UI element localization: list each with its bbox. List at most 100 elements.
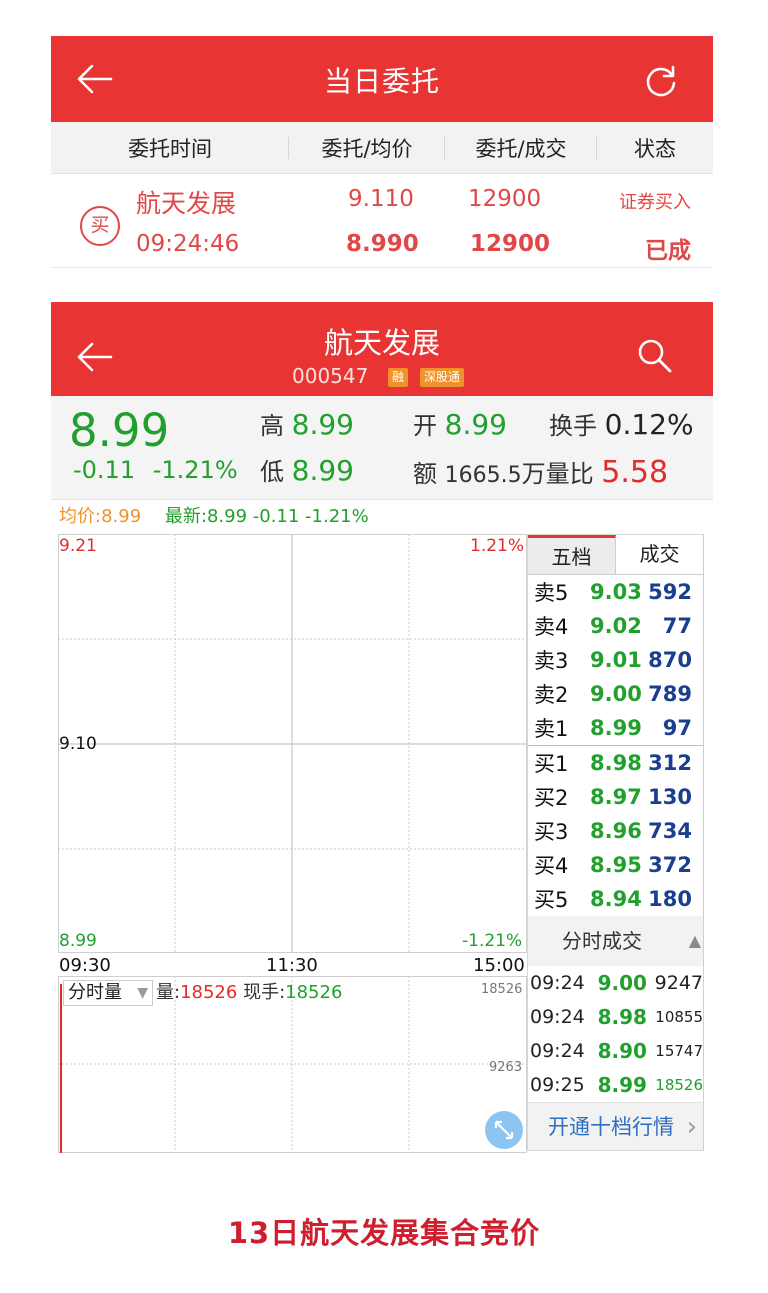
avg-price: 8.990 bbox=[346, 231, 419, 257]
chevron-right-icon: › bbox=[686, 1112, 697, 1142]
ask-levels: 卖5 9.03 592 卖4 9.02 77 卖3 9.01 870 卖2 9.00 789 卖… bbox=[528, 575, 703, 746]
bid-row: 买1 8.98 312 bbox=[528, 746, 703, 780]
col-status: 状态 bbox=[634, 136, 676, 161]
low-label: 低 bbox=[260, 458, 284, 486]
bid-row: 买4 8.95 372 bbox=[528, 848, 703, 882]
level-volume: 592 bbox=[648, 580, 692, 604]
chart-info-bar: 均价:8.99 最新:8.99 -0.11 -1.21% bbox=[51, 500, 713, 534]
level-name: 买3 bbox=[534, 820, 569, 844]
tick-volume: 15747 bbox=[655, 1042, 703, 1060]
page-title: 当日委托 bbox=[323, 65, 440, 98]
current-price: 8.99 bbox=[69, 404, 170, 457]
x-label-open: 09:30 bbox=[59, 955, 111, 976]
change-pct: -1.21% bbox=[152, 456, 238, 484]
col-qty: 委托/成交 bbox=[445, 133, 597, 163]
order-row[interactable]: 买 航天发展 09:24:46 9.110 8.990 12900 12900 … bbox=[51, 174, 713, 268]
chart-area: 9.21 9.10 8.99 1.21% -1.21% 09:30 11:30 … bbox=[51, 534, 713, 1154]
turnover-label: 换手 bbox=[549, 412, 597, 440]
open-label: 开 bbox=[413, 412, 437, 440]
quote-header: 航天发展 000547 融 深股通 bbox=[51, 302, 713, 396]
ask-row: 卖2 9.00 789 bbox=[528, 677, 703, 711]
vol-axis-top: 18526 bbox=[481, 982, 523, 997]
level-volume: 77 bbox=[662, 614, 692, 638]
order-status: 已成 bbox=[645, 238, 691, 264]
ask-row: 卖5 9.03 592 bbox=[528, 575, 703, 609]
order-time: 09:24:46 bbox=[136, 231, 240, 257]
order-qty: 12900 bbox=[468, 186, 542, 212]
level-price: 9.03 bbox=[590, 580, 642, 604]
tick-row: 09:24 8.90 15747 bbox=[528, 1034, 703, 1068]
search-icon[interactable] bbox=[637, 338, 673, 374]
pct-axis-top: 1.21% bbox=[470, 536, 525, 556]
level-name: 买5 bbox=[534, 888, 569, 912]
tab-five-levels[interactable]: 五档 bbox=[528, 535, 616, 574]
low-field: 低 8.99 bbox=[260, 452, 354, 487]
level-price: 8.98 bbox=[590, 751, 642, 775]
open-level10-label: 开通十档行情 bbox=[548, 1115, 674, 1139]
volume-type-value: 分时量 bbox=[68, 982, 122, 1003]
tab-trades[interactable]: 成交 bbox=[616, 535, 703, 574]
open-level10-button[interactable]: 开通十档行情 › bbox=[528, 1102, 703, 1150]
tick-volume: 10855 bbox=[655, 1008, 703, 1026]
level-name: 卖1 bbox=[534, 717, 569, 741]
open-value: 8.99 bbox=[444, 408, 507, 441]
volratio-label: 量比 bbox=[545, 460, 594, 488]
order-stock-name: 航天发展 bbox=[136, 189, 237, 218]
bid-row: 买2 8.97 130 bbox=[528, 780, 703, 814]
level-name: 买4 bbox=[534, 854, 569, 878]
level-volume: 97 bbox=[662, 716, 692, 740]
quote-summary: 8.99 -0.11 -1.21% 高 8.99 低 8.99 开 8.99 换… bbox=[51, 396, 713, 500]
vol-label: 量: bbox=[156, 982, 181, 1003]
level-price: 9.01 bbox=[590, 648, 642, 672]
turnover-value: 0.12% bbox=[604, 408, 694, 441]
high-field: 高 8.99 bbox=[260, 406, 354, 441]
level-price: 9.02 bbox=[590, 614, 642, 638]
stock-code: 000547 bbox=[292, 364, 369, 388]
level-volume: 312 bbox=[648, 751, 692, 775]
vol-axis-mid: 9263 bbox=[489, 1060, 523, 1075]
y-axis-top: 9.21 bbox=[59, 536, 97, 556]
orders-header: 当日委托 bbox=[51, 36, 713, 122]
amount-unit: 万 bbox=[521, 460, 546, 488]
level-volume: 870 bbox=[648, 648, 692, 672]
level-volume: 130 bbox=[648, 785, 692, 809]
cur-value: 18526 bbox=[285, 982, 343, 1003]
level-name: 卖5 bbox=[534, 581, 569, 605]
bid-row: 买3 8.96 734 bbox=[528, 814, 703, 848]
refresh-icon[interactable] bbox=[643, 64, 679, 100]
level-price: 8.95 bbox=[590, 853, 642, 877]
ticks-list: 09:24 9.00 9247 09:24 8.98 10855 09:24 8.90 15… bbox=[528, 966, 703, 1102]
turnover-field: 换手 0.12% bbox=[549, 406, 694, 441]
tick-volume: 18526 bbox=[655, 1076, 703, 1094]
latest-label: 最新:8.99 -0.11 -1.21% bbox=[164, 506, 369, 527]
level-name: 卖4 bbox=[534, 615, 569, 639]
change-value: -0.11 bbox=[73, 456, 136, 484]
ticks-header-label: 分时成交 bbox=[562, 929, 642, 953]
high-value: 8.99 bbox=[291, 408, 354, 441]
tick-row: 09:24 9.00 9247 bbox=[528, 966, 703, 1000]
margin-tag: 融 bbox=[388, 368, 409, 387]
bid-row: 买5 8.94 180 bbox=[528, 882, 703, 916]
level-price: 9.00 bbox=[590, 682, 642, 706]
order-type: 证券买入 bbox=[619, 192, 691, 213]
collapse-icon[interactable]: ▲ bbox=[689, 916, 701, 966]
col-time: 委托时间 bbox=[51, 133, 289, 163]
bid-levels: 买1 8.98 312 买2 8.97 130 买3 8.96 734 买4 8.95 372 … bbox=[528, 746, 703, 916]
ask-row: 卖4 9.02 77 bbox=[528, 609, 703, 643]
vol-value: 18526 bbox=[180, 982, 238, 1003]
connect-tag: 深股通 bbox=[420, 368, 465, 387]
volume-type-select[interactable]: 分时量 ▼ bbox=[63, 980, 153, 1006]
amount-field: 额 1665.5万量比 5.58 bbox=[413, 454, 668, 490]
level-volume: 734 bbox=[648, 819, 692, 843]
intraday-chart[interactable] bbox=[58, 534, 527, 974]
ticks-header[interactable]: 分时成交 ▲ bbox=[528, 916, 703, 966]
col-price: 委托/均价 bbox=[289, 133, 445, 163]
order-book-panel: 五档 成交 卖5 9.03 592 卖4 9.02 77 卖3 9.01 870 卖2 9.0… bbox=[527, 534, 704, 1151]
y-axis-mid: 9.10 bbox=[59, 734, 97, 754]
low-value: 8.99 bbox=[291, 454, 354, 487]
dropdown-icon: ▼ bbox=[137, 985, 148, 1001]
order-price: 9.110 bbox=[348, 186, 414, 212]
level-price: 8.94 bbox=[590, 887, 642, 911]
level-name: 卖3 bbox=[534, 649, 569, 673]
amount-label: 额 bbox=[413, 460, 437, 488]
